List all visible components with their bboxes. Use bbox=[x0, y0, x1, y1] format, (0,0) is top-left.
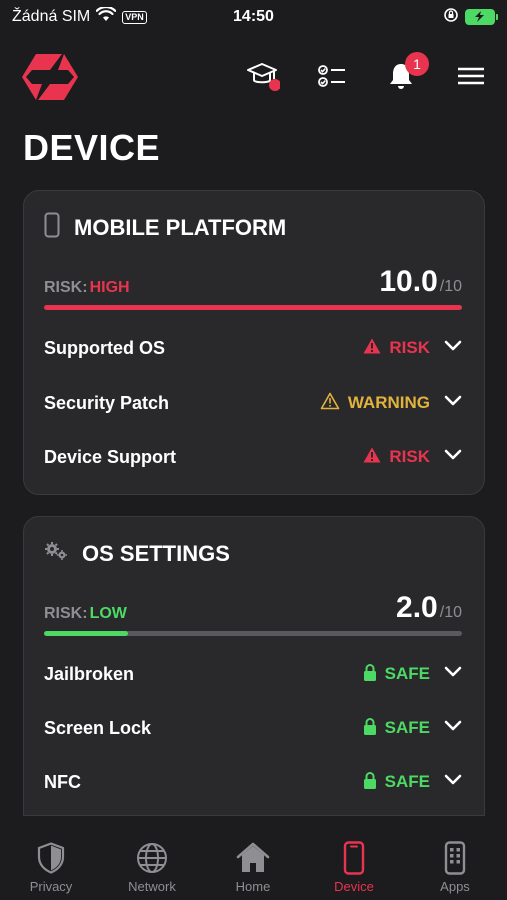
risk-triangle-icon bbox=[363, 447, 381, 468]
check-status: RISK bbox=[389, 447, 430, 466]
smartphone-icon bbox=[44, 212, 60, 244]
notifications-button[interactable]: 1 bbox=[383, 52, 429, 96]
risk-label-group: RISK: LOW bbox=[44, 605, 127, 623]
check-name: Security Patch bbox=[44, 392, 170, 413]
globe-icon bbox=[134, 840, 170, 876]
check-row-device-support[interactable]: Device Support RISK bbox=[44, 437, 462, 477]
tab-apps[interactable]: Apps bbox=[415, 840, 495, 900]
check-name: NFC bbox=[44, 771, 81, 792]
risk-triangle-icon bbox=[363, 338, 381, 359]
app-header: 1 bbox=[0, 46, 507, 108]
risk-progress-bar bbox=[44, 631, 462, 636]
os-settings-card: OS SETTINGS RISK: LOW 2.0 /10 Jailbroken … bbox=[23, 516, 485, 816]
risk-score: 10.0 /10 bbox=[379, 265, 462, 299]
card-title: MOBILE PLATFORM bbox=[74, 215, 287, 240]
risk-label: RISK: bbox=[44, 279, 88, 296]
check-row-screen-lock[interactable]: Screen Lock SAFE bbox=[44, 708, 462, 748]
checklist-icon bbox=[317, 63, 347, 94]
check-status-group: WARNING bbox=[320, 392, 462, 415]
check-status: SAFE bbox=[384, 772, 430, 791]
wifi-icon bbox=[95, 5, 117, 27]
check-row-supported-os[interactable]: Supported OS RISK bbox=[44, 328, 462, 368]
check-status: WARNING bbox=[347, 393, 430, 412]
tab-privacy[interactable]: Privacy bbox=[11, 840, 91, 900]
card-title: OS SETTINGS bbox=[82, 541, 230, 566]
mobile-platform-card: MOBILE PLATFORM RISK: HIGH 10.0 /10 Suppo… bbox=[23, 190, 485, 495]
score-value: 2.0 bbox=[396, 591, 438, 624]
check-row-nfc[interactable]: NFC SAFE bbox=[44, 762, 462, 802]
risk-level: HIGH bbox=[89, 279, 130, 296]
bottom-tab-bar: Privacy Network Home Device Apps bbox=[0, 816, 507, 900]
check-status: SAFE bbox=[384, 718, 430, 737]
lock-icon bbox=[363, 663, 377, 686]
tab-network[interactable]: Network bbox=[112, 840, 192, 900]
gears-icon bbox=[44, 541, 68, 567]
apps-icon bbox=[437, 840, 473, 876]
chevron-down-icon[interactable] bbox=[444, 448, 462, 466]
check-name: Screen Lock bbox=[44, 717, 152, 738]
app-logo bbox=[22, 54, 78, 100]
hamburger-menu-icon bbox=[457, 66, 485, 91]
check-row-jailbroken[interactable]: Jailbroken SAFE bbox=[44, 654, 462, 694]
check-status: RISK bbox=[389, 338, 430, 357]
risk-progress-fill bbox=[44, 305, 462, 310]
shield-icon bbox=[33, 840, 69, 876]
score-max: /10 bbox=[439, 278, 462, 295]
score-value: 10.0 bbox=[379, 265, 438, 298]
lock-icon bbox=[363, 771, 377, 794]
vpn-badge: VPN bbox=[122, 10, 147, 24]
card-header: OS SETTINGS bbox=[44, 539, 230, 569]
risk-score: 2.0 /10 bbox=[396, 591, 462, 625]
graduation-cap-icon bbox=[246, 61, 281, 96]
chevron-down-icon[interactable] bbox=[444, 773, 462, 791]
academy-button[interactable] bbox=[245, 60, 281, 96]
risk-summary: RISK: LOW 2.0 /10 bbox=[44, 589, 462, 629]
check-name: Device Support bbox=[44, 446, 177, 467]
notification-count-badge: 1 bbox=[405, 52, 429, 76]
tab-home[interactable]: Home bbox=[213, 840, 293, 900]
lock-icon bbox=[363, 717, 377, 740]
check-status-group: RISK bbox=[363, 447, 462, 468]
menu-button[interactable] bbox=[453, 60, 489, 96]
check-status-group: SAFE bbox=[363, 717, 462, 740]
check-status-group: SAFE bbox=[363, 663, 462, 686]
tab-label: Apps bbox=[440, 879, 470, 894]
home-icon bbox=[235, 840, 271, 876]
tab-label: Privacy bbox=[29, 879, 73, 894]
battery-charging-icon bbox=[465, 9, 498, 25]
chevron-down-icon[interactable] bbox=[444, 665, 462, 683]
chevron-down-icon[interactable] bbox=[444, 394, 462, 412]
check-name: Jailbroken bbox=[44, 663, 135, 684]
phone-icon bbox=[336, 840, 372, 876]
risk-label-group: RISK: HIGH bbox=[44, 279, 130, 297]
risk-label: RISK: bbox=[44, 605, 88, 622]
score-max: /10 bbox=[439, 604, 462, 621]
status-bar: Žádná SIM VPN 14:50 bbox=[0, 0, 507, 34]
risk-summary: RISK: HIGH 10.0 /10 bbox=[44, 263, 462, 303]
chevron-down-icon[interactable] bbox=[444, 719, 462, 737]
risk-progress-bar bbox=[44, 305, 462, 310]
orientation-lock-icon bbox=[443, 7, 459, 28]
tab-label: Network bbox=[128, 879, 176, 894]
check-status-group: SAFE bbox=[363, 771, 462, 794]
page-title: DEVICE bbox=[23, 127, 161, 168]
check-status: SAFE bbox=[384, 664, 430, 683]
checklist-button[interactable] bbox=[314, 60, 350, 96]
risk-progress-fill bbox=[44, 631, 128, 636]
chevron-down-icon[interactable] bbox=[444, 339, 462, 357]
carrier-label: Žádná SIM bbox=[12, 8, 91, 25]
check-name: Supported OS bbox=[44, 337, 165, 358]
card-header: MOBILE PLATFORM bbox=[44, 212, 287, 244]
check-row-security-patch[interactable]: Security Patch WARNING bbox=[44, 383, 462, 423]
tab-label: Home bbox=[235, 879, 271, 894]
check-status-group: RISK bbox=[363, 338, 462, 359]
tab-device[interactable]: Device bbox=[314, 840, 394, 900]
risk-level: LOW bbox=[89, 605, 127, 622]
warning-triangle-icon bbox=[320, 392, 340, 415]
tab-label: Device bbox=[334, 879, 374, 894]
